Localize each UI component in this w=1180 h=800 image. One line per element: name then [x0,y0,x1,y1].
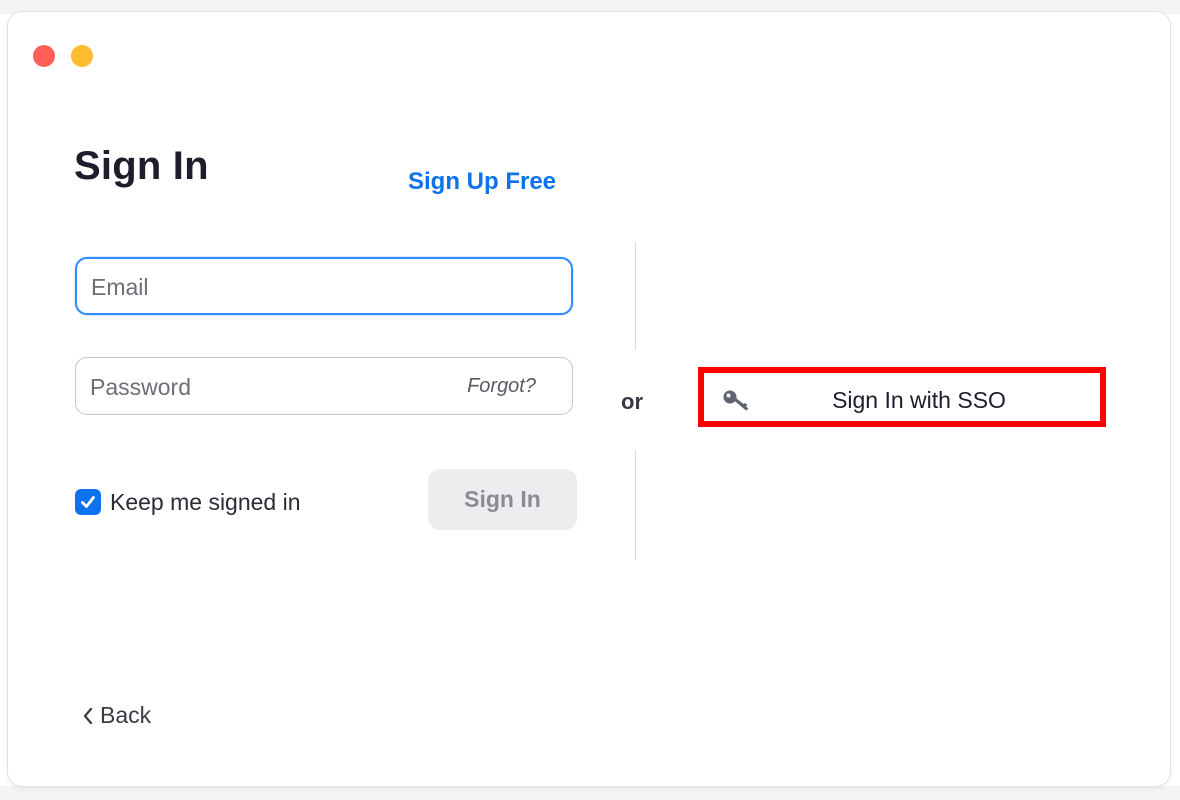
sso-button-label: Sign In with SSO [832,387,1006,413]
password-field[interactable]: Forgot? [75,357,573,416]
keep-signed-in-checkbox[interactable] [75,489,101,515]
checkmark-icon [81,496,95,508]
chevron-left-icon [83,707,93,724]
divider-bottom [635,450,636,560]
email-field[interactable] [75,257,573,315]
back-label: Back [100,702,152,728]
divider-top [635,242,636,350]
sign-in-button[interactable]: Sign In [428,469,577,530]
background-strip-bottom [0,786,1180,800]
sign-up-free-link[interactable]: Sign Up Free [408,168,556,196]
back-link[interactable]: Back [81,702,151,729]
or-separator-label: or [621,389,643,414]
email-input[interactable] [89,259,453,315]
window-minimize-button[interactable] [71,45,93,67]
password-input[interactable] [88,358,452,416]
sign-in-window: Sign In Sign Up Free Forgot? Keep me sig… [8,12,1170,786]
sign-in-with-sso-button[interactable]: Sign In with SSO [698,367,1106,427]
keep-signed-in-label: Keep me signed in [110,488,301,515]
window-close-button[interactable] [33,45,55,67]
forgot-password-link[interactable]: Forgot? [467,375,536,398]
keep-signed-in-row[interactable]: Keep me signed in [75,487,301,517]
page-title: Sign In [74,144,209,188]
